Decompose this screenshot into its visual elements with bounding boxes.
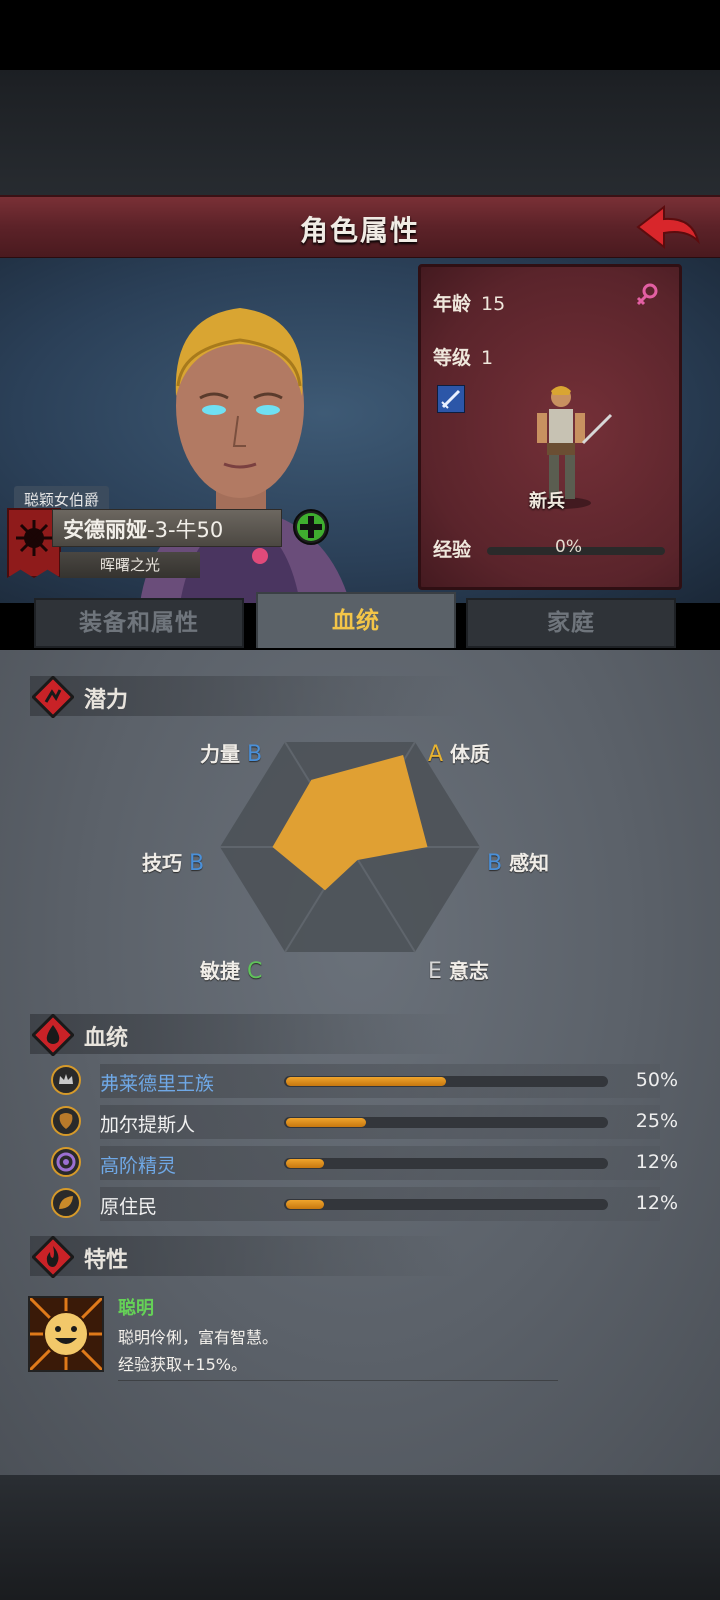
stat-card: 年龄 15 等级 1 新兵 经验 0% — [418, 264, 682, 590]
bloodline-bar-fill — [286, 1118, 366, 1127]
bloodline-percent: 12% — [635, 1151, 678, 1173]
soldier-figure — [531, 386, 613, 509]
exp-value: 0% — [555, 537, 582, 557]
trait-description: 聪明伶俐，富有智慧。 — [118, 1328, 279, 1347]
bloodline-row[interactable]: 高阶精灵 12% — [48, 1146, 688, 1182]
tab-family[interactable]: 家庭 — [466, 598, 676, 648]
bloodline-name: 高阶精灵 — [100, 1155, 177, 1177]
character-first-name: 安德丽娅 — [63, 518, 147, 542]
perception-label: 感知 — [509, 851, 550, 875]
potential-perception: B 感知 — [487, 847, 549, 876]
bloodline-row[interactable]: 加尔提斯人 25% — [48, 1105, 688, 1141]
traits-header: 特性 — [30, 1236, 460, 1278]
potential-skill: 技巧 B — [142, 847, 204, 876]
potential-agility: 敏捷 C — [200, 955, 262, 984]
exp-label: 经验 — [433, 539, 472, 561]
potential-constitution: A 体质 — [428, 738, 490, 767]
add-plus-icon[interactable] — [292, 508, 330, 546]
beast-head-icon — [51, 1106, 81, 1136]
constitution-grade: A — [428, 742, 444, 767]
bloodline-bar-fill — [286, 1200, 324, 1209]
perception-grade: B — [487, 851, 503, 876]
level-value: 1 — [481, 347, 494, 369]
blood-drop-icon — [32, 1014, 74, 1056]
bloodline-bar — [284, 1158, 608, 1169]
skill-label: 技巧 — [142, 851, 182, 875]
bloodline-row[interactable]: 原住民 12% — [48, 1187, 688, 1223]
bloodline-name: 弗莱德里王族 — [100, 1073, 215, 1095]
level-row: 等级 1 — [433, 343, 493, 370]
character-hero: 聪颖女伯爵 安德丽娅-3-牛50 晖曙之光 年龄 15 等级 1 新兵 经验 0… — [0, 258, 720, 603]
bloodline-percent: 12% — [635, 1192, 678, 1214]
tab-bar: 装备和属性 血统 家庭 — [0, 590, 720, 650]
potential-header: 潜力 — [30, 676, 460, 718]
page-title: 角色属性 — [299, 214, 420, 247]
bloodline-bar — [284, 1199, 608, 1210]
strength-grade: B — [246, 742, 263, 767]
female-gender-icon — [636, 283, 658, 306]
bloodline-bar-fill — [286, 1159, 324, 1168]
skill-grade: B — [188, 851, 205, 876]
back-arrow-icon[interactable] — [634, 203, 702, 253]
agility-label: 敏捷 — [200, 959, 240, 983]
bloodline-name: 原住民 — [100, 1196, 158, 1218]
elf-moon-icon — [51, 1147, 81, 1177]
level-label: 等级 — [433, 347, 472, 369]
status-bar — [0, 0, 720, 70]
weapon-skill-icon[interactable] — [437, 385, 465, 413]
smiley-face-icon[interactable] — [28, 1296, 104, 1372]
will-label: 意志 — [448, 959, 489, 983]
royal-crown-icon — [51, 1065, 81, 1095]
traits-title: 特性 — [84, 1248, 129, 1273]
bloodline-percent: 25% — [635, 1110, 678, 1132]
bloodline-bar-fill — [286, 1077, 446, 1086]
bloodline-panel: 潜力 力量 B A 体质 B 感知 E 意志 敏捷 C 技巧 B 血统 弗莱德里… — [0, 650, 720, 1475]
potential-will: E 意志 — [428, 955, 489, 984]
page-header: 角色属性 — [0, 195, 720, 260]
age-row: 年龄 15 — [433, 289, 505, 316]
leaf-icon — [51, 1188, 81, 1218]
bloodline-percent: 50% — [635, 1069, 678, 1091]
character-name-plate[interactable]: 安德丽娅-3-牛50 — [52, 509, 282, 547]
bloodline-bar — [284, 1117, 608, 1128]
tab-equipment[interactable]: 装备和属性 — [34, 598, 244, 648]
background-bottom — [0, 1475, 720, 1600]
agility-grade: C — [246, 959, 263, 984]
age-label: 年龄 — [433, 293, 472, 315]
character-name-suffix: -3-牛50 — [147, 518, 224, 542]
flame-icon — [32, 1236, 74, 1278]
tab-bloodline[interactable]: 血统 — [256, 592, 456, 648]
potential-title: 潜力 — [84, 688, 129, 713]
class-name: 新兵 — [529, 491, 565, 512]
constitution-label: 体质 — [450, 742, 491, 766]
character-subtitle: 晖曙之光 — [60, 552, 200, 578]
age-value: 15 — [481, 293, 506, 315]
bloodline-bar — [284, 1076, 608, 1087]
background-top — [0, 70, 720, 195]
strength-label: 力量 — [200, 742, 240, 766]
bloodline-row[interactable]: 弗莱德里王族 50% — [48, 1064, 688, 1100]
trait-name: 聪明 — [118, 1298, 154, 1319]
divider — [118, 1380, 558, 1381]
bloodline-header: 血统 — [30, 1014, 460, 1056]
bloodline-name: 加尔提斯人 — [100, 1114, 196, 1136]
will-grade: E — [428, 959, 442, 984]
potential-icon — [32, 676, 74, 718]
trait-effect: 经验获取+15%。 — [118, 1355, 247, 1374]
character-name: 安德丽娅-3-牛50 — [63, 514, 223, 544]
potential-strength: 力量 B — [200, 738, 262, 767]
bloodline-title: 血统 — [84, 1026, 129, 1051]
